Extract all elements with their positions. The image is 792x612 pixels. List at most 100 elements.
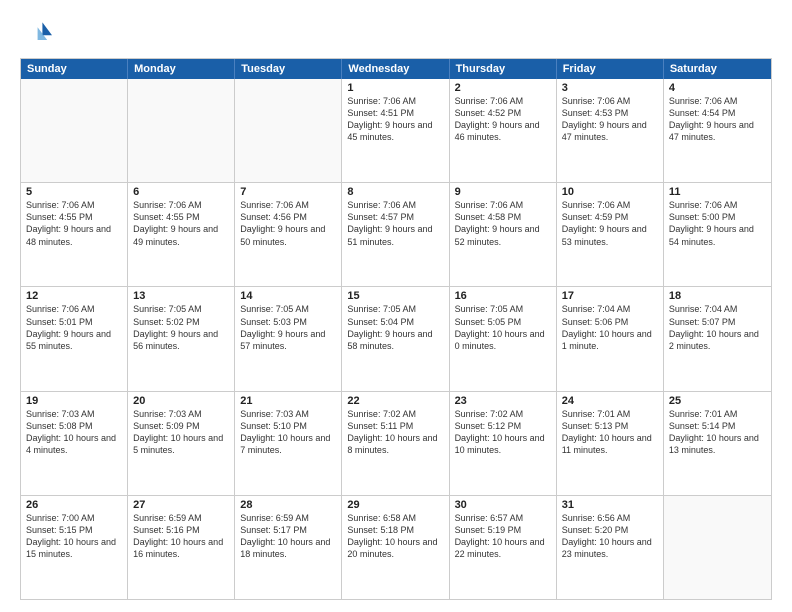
- calendar-cell: 16Sunrise: 7:05 AM Sunset: 5:05 PM Dayli…: [450, 287, 557, 390]
- calendar-body: 1Sunrise: 7:06 AM Sunset: 4:51 PM Daylig…: [21, 79, 771, 599]
- calendar-cell: 23Sunrise: 7:02 AM Sunset: 5:12 PM Dayli…: [450, 392, 557, 495]
- day-info: Sunrise: 7:06 AM Sunset: 4:53 PM Dayligh…: [562, 95, 658, 144]
- day-info: Sunrise: 6:59 AM Sunset: 5:16 PM Dayligh…: [133, 512, 229, 561]
- day-of-week-header: Sunday: [21, 59, 128, 79]
- calendar-cell: 19Sunrise: 7:03 AM Sunset: 5:08 PM Dayli…: [21, 392, 128, 495]
- calendar-cell: 30Sunrise: 6:57 AM Sunset: 5:19 PM Dayli…: [450, 496, 557, 599]
- day-info: Sunrise: 7:05 AM Sunset: 5:02 PM Dayligh…: [133, 303, 229, 352]
- day-info: Sunrise: 6:59 AM Sunset: 5:17 PM Dayligh…: [240, 512, 336, 561]
- calendar-cell: 6Sunrise: 7:06 AM Sunset: 4:55 PM Daylig…: [128, 183, 235, 286]
- day-info: Sunrise: 7:06 AM Sunset: 4:56 PM Dayligh…: [240, 199, 336, 248]
- logo-icon: [20, 16, 52, 48]
- calendar-cell: 27Sunrise: 6:59 AM Sunset: 5:16 PM Dayli…: [128, 496, 235, 599]
- day-number: 12: [26, 290, 122, 302]
- calendar-cell: 1Sunrise: 7:06 AM Sunset: 4:51 PM Daylig…: [342, 79, 449, 182]
- calendar-week: 19Sunrise: 7:03 AM Sunset: 5:08 PM Dayli…: [21, 391, 771, 495]
- day-number: 19: [26, 395, 122, 407]
- day-number: 17: [562, 290, 658, 302]
- calendar-cell: 11Sunrise: 7:06 AM Sunset: 5:00 PM Dayli…: [664, 183, 771, 286]
- day-info: Sunrise: 7:06 AM Sunset: 4:52 PM Dayligh…: [455, 95, 551, 144]
- calendar-cell: 10Sunrise: 7:06 AM Sunset: 4:59 PM Dayli…: [557, 183, 664, 286]
- day-number: 11: [669, 186, 766, 198]
- day-info: Sunrise: 7:03 AM Sunset: 5:08 PM Dayligh…: [26, 408, 122, 457]
- day-of-week-header: Friday: [557, 59, 664, 79]
- day-info: Sunrise: 7:04 AM Sunset: 5:07 PM Dayligh…: [669, 303, 766, 352]
- day-number: 25: [669, 395, 766, 407]
- calendar-cell: 17Sunrise: 7:04 AM Sunset: 5:06 PM Dayli…: [557, 287, 664, 390]
- calendar-cell: 13Sunrise: 7:05 AM Sunset: 5:02 PM Dayli…: [128, 287, 235, 390]
- day-number: 27: [133, 499, 229, 511]
- calendar-cell: 3Sunrise: 7:06 AM Sunset: 4:53 PM Daylig…: [557, 79, 664, 182]
- day-info: Sunrise: 6:58 AM Sunset: 5:18 PM Dayligh…: [347, 512, 443, 561]
- day-number: 5: [26, 186, 122, 198]
- calendar-header: SundayMondayTuesdayWednesdayThursdayFrid…: [21, 59, 771, 79]
- calendar-cell: 18Sunrise: 7:04 AM Sunset: 5:07 PM Dayli…: [664, 287, 771, 390]
- calendar-cell: 22Sunrise: 7:02 AM Sunset: 5:11 PM Dayli…: [342, 392, 449, 495]
- calendar-cell: 5Sunrise: 7:06 AM Sunset: 4:55 PM Daylig…: [21, 183, 128, 286]
- calendar-cell: [21, 79, 128, 182]
- day-number: 24: [562, 395, 658, 407]
- day-number: 9: [455, 186, 551, 198]
- calendar-cell: 15Sunrise: 7:05 AM Sunset: 5:04 PM Dayli…: [342, 287, 449, 390]
- day-info: Sunrise: 7:01 AM Sunset: 5:14 PM Dayligh…: [669, 408, 766, 457]
- day-of-week-header: Monday: [128, 59, 235, 79]
- day-number: 10: [562, 186, 658, 198]
- day-info: Sunrise: 7:01 AM Sunset: 5:13 PM Dayligh…: [562, 408, 658, 457]
- calendar-cell: 12Sunrise: 7:06 AM Sunset: 5:01 PM Dayli…: [21, 287, 128, 390]
- day-number: 28: [240, 499, 336, 511]
- calendar-week: 5Sunrise: 7:06 AM Sunset: 4:55 PM Daylig…: [21, 182, 771, 286]
- calendar-cell: 28Sunrise: 6:59 AM Sunset: 5:17 PM Dayli…: [235, 496, 342, 599]
- day-number: 26: [26, 499, 122, 511]
- day-number: 6: [133, 186, 229, 198]
- day-info: Sunrise: 7:06 AM Sunset: 4:58 PM Dayligh…: [455, 199, 551, 248]
- page: SundayMondayTuesdayWednesdayThursdayFrid…: [0, 0, 792, 612]
- day-info: Sunrise: 7:03 AM Sunset: 5:10 PM Dayligh…: [240, 408, 336, 457]
- day-number: 20: [133, 395, 229, 407]
- day-number: 4: [669, 82, 766, 94]
- day-number: 30: [455, 499, 551, 511]
- day-info: Sunrise: 7:06 AM Sunset: 4:51 PM Dayligh…: [347, 95, 443, 144]
- day-of-week-header: Wednesday: [342, 59, 449, 79]
- day-info: Sunrise: 7:05 AM Sunset: 5:03 PM Dayligh…: [240, 303, 336, 352]
- calendar-cell: 14Sunrise: 7:05 AM Sunset: 5:03 PM Dayli…: [235, 287, 342, 390]
- calendar-cell: 29Sunrise: 6:58 AM Sunset: 5:18 PM Dayli…: [342, 496, 449, 599]
- day-number: 8: [347, 186, 443, 198]
- day-number: 16: [455, 290, 551, 302]
- calendar-cell: 20Sunrise: 7:03 AM Sunset: 5:09 PM Dayli…: [128, 392, 235, 495]
- day-number: 13: [133, 290, 229, 302]
- calendar-cell: [664, 496, 771, 599]
- day-number: 29: [347, 499, 443, 511]
- day-number: 1: [347, 82, 443, 94]
- day-number: 23: [455, 395, 551, 407]
- header: [20, 16, 772, 48]
- day-info: Sunrise: 7:06 AM Sunset: 5:00 PM Dayligh…: [669, 199, 766, 248]
- day-info: Sunrise: 7:06 AM Sunset: 4:59 PM Dayligh…: [562, 199, 658, 248]
- day-info: Sunrise: 6:57 AM Sunset: 5:19 PM Dayligh…: [455, 512, 551, 561]
- calendar-cell: [128, 79, 235, 182]
- day-info: Sunrise: 7:03 AM Sunset: 5:09 PM Dayligh…: [133, 408, 229, 457]
- calendar-cell: 21Sunrise: 7:03 AM Sunset: 5:10 PM Dayli…: [235, 392, 342, 495]
- day-number: 14: [240, 290, 336, 302]
- day-number: 21: [240, 395, 336, 407]
- calendar-cell: 24Sunrise: 7:01 AM Sunset: 5:13 PM Dayli…: [557, 392, 664, 495]
- calendar-week: 1Sunrise: 7:06 AM Sunset: 4:51 PM Daylig…: [21, 79, 771, 182]
- calendar-cell: 31Sunrise: 6:56 AM Sunset: 5:20 PM Dayli…: [557, 496, 664, 599]
- day-number: 18: [669, 290, 766, 302]
- day-number: 2: [455, 82, 551, 94]
- calendar-week: 26Sunrise: 7:00 AM Sunset: 5:15 PM Dayli…: [21, 495, 771, 599]
- calendar-cell: 9Sunrise: 7:06 AM Sunset: 4:58 PM Daylig…: [450, 183, 557, 286]
- day-info: Sunrise: 7:06 AM Sunset: 4:57 PM Dayligh…: [347, 199, 443, 248]
- day-info: Sunrise: 7:05 AM Sunset: 5:04 PM Dayligh…: [347, 303, 443, 352]
- calendar-cell: 2Sunrise: 7:06 AM Sunset: 4:52 PM Daylig…: [450, 79, 557, 182]
- calendar-cell: [235, 79, 342, 182]
- day-info: Sunrise: 7:02 AM Sunset: 5:11 PM Dayligh…: [347, 408, 443, 457]
- calendar: SundayMondayTuesdayWednesdayThursdayFrid…: [20, 58, 772, 600]
- day-number: 3: [562, 82, 658, 94]
- logo: [20, 16, 56, 48]
- day-number: 7: [240, 186, 336, 198]
- day-of-week-header: Tuesday: [235, 59, 342, 79]
- day-number: 31: [562, 499, 658, 511]
- day-info: Sunrise: 7:02 AM Sunset: 5:12 PM Dayligh…: [455, 408, 551, 457]
- calendar-cell: 7Sunrise: 7:06 AM Sunset: 4:56 PM Daylig…: [235, 183, 342, 286]
- calendar-cell: 25Sunrise: 7:01 AM Sunset: 5:14 PM Dayli…: [664, 392, 771, 495]
